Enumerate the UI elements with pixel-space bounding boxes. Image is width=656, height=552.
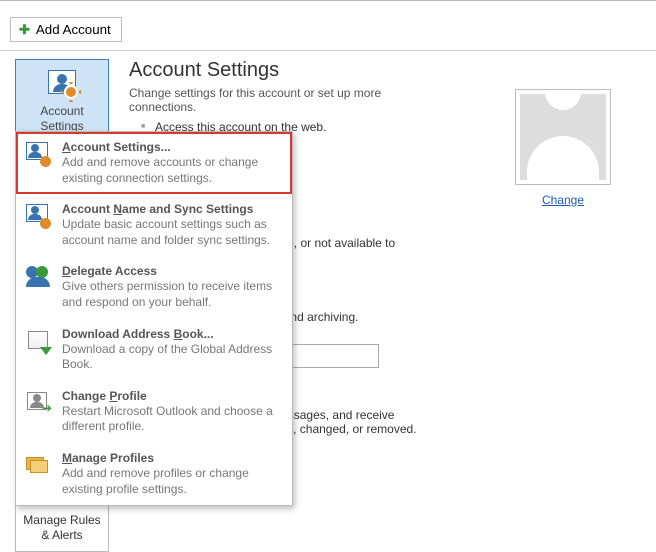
add-account-button[interactable]: ✚ Add Account — [10, 17, 122, 42]
menu-item-download-address-book[interactable]: Download Address Book... Download a copy… — [16, 319, 292, 381]
change-avatar-link[interactable]: Change — [542, 193, 584, 207]
menu-item-title: Account Settings... — [62, 140, 282, 154]
menu-item-title: Change Profile — [62, 389, 282, 403]
menu-item-title: Download Address Book... — [62, 327, 282, 341]
menu-item-manage-profiles[interactable]: Manage Profiles Add and remove profiles … — [16, 443, 292, 505]
menu-item-title: Account Name and Sync Settings — [62, 202, 282, 216]
manage-rules-alerts-label: Manage Rules & Alerts — [20, 513, 104, 543]
account-settings-icon — [44, 68, 80, 100]
menu-item-desc: Download a copy of the Global Address Bo… — [62, 342, 282, 373]
avatar — [515, 89, 611, 185]
menu-item-account-settings[interactable]: Account Settings... Add and remove accou… — [16, 132, 292, 194]
menu-item-title: Manage Profiles — [62, 451, 282, 465]
page-subtitle: Change settings for this account or set … — [129, 86, 449, 114]
menu-item-change-profile[interactable]: ➔ Change Profile Restart Microsoft Outlo… — [16, 381, 292, 443]
account-settings-button-label: Account Settings — [20, 104, 104, 134]
delegate-icon — [24, 264, 52, 292]
menu-item-desc: Give others permission to receive items … — [62, 279, 282, 310]
account-sync-icon — [24, 202, 52, 230]
account-settings-dropdown: Account Settings... Add and remove accou… — [15, 131, 293, 506]
change-profile-icon: ➔ — [24, 389, 52, 417]
menu-item-title: Delegate Access — [62, 264, 282, 278]
manage-rules-alerts-button[interactable]: Manage Rules & Alerts — [15, 504, 109, 552]
page-title: Account Settings — [129, 59, 646, 82]
menu-item-desc: Add and remove profiles or change existi… — [62, 466, 282, 497]
plus-icon: ✚ — [19, 23, 30, 36]
menu-item-name-sync-settings[interactable]: Account Name and Sync Settings Update ba… — [16, 194, 292, 256]
address-book-icon — [24, 327, 52, 355]
manage-profiles-icon — [24, 451, 52, 479]
add-account-label: Add Account — [36, 22, 111, 37]
menu-item-desc: Restart Microsoft Outlook and choose a d… — [62, 404, 282, 435]
menu-item-desc: Add and remove accounts or change existi… — [62, 155, 282, 186]
account-settings-icon — [24, 140, 52, 168]
menu-item-desc: Update basic account settings such as ac… — [62, 217, 282, 248]
menu-item-delegate-access[interactable]: Delegate Access Give others permission t… — [16, 256, 292, 318]
